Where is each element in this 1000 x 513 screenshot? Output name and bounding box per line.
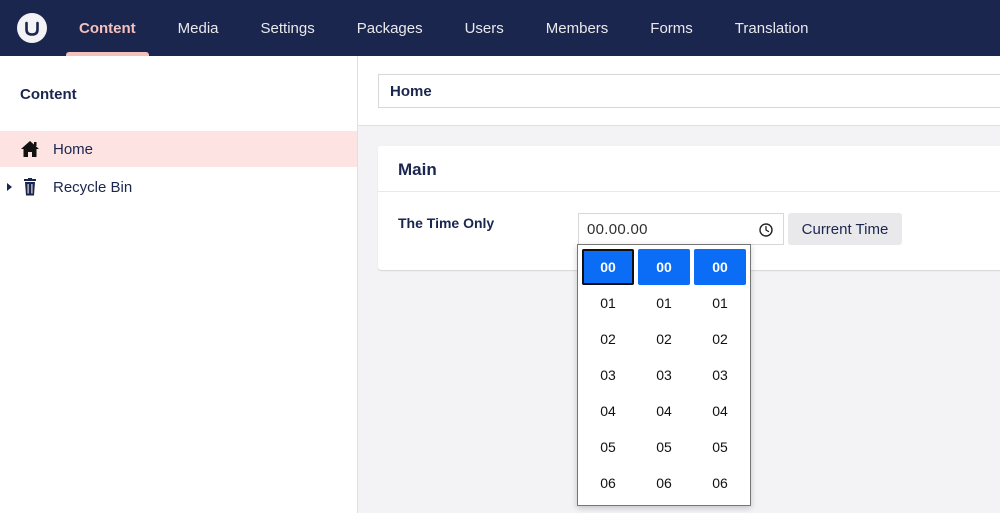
minute-option[interactable]: 03 [638, 357, 690, 393]
second-option[interactable]: 00 [694, 249, 746, 285]
second-option[interactable]: 04 [694, 393, 746, 429]
tree-item-label: Home [53, 141, 94, 158]
hours-column: 00 01 02 03 04 05 06 [582, 249, 634, 501]
hour-option[interactable]: 05 [582, 429, 634, 465]
minute-option[interactable]: 02 [638, 321, 690, 357]
time-input[interactable]: 00.00.00 [578, 213, 784, 245]
nav-item-members[interactable]: Members [533, 0, 622, 56]
hour-option[interactable]: 01 [582, 285, 634, 321]
time-input-value[interactable]: 00.00.00 [587, 221, 648, 238]
seconds-column: 00 01 02 03 04 05 06 [694, 249, 746, 501]
hour-option[interactable]: 00 [582, 249, 634, 285]
tree-item-home[interactable]: Home [0, 131, 357, 167]
trash-icon [24, 178, 36, 196]
hour-option[interactable]: 03 [582, 357, 634, 393]
group-panel-header: Main [378, 146, 1000, 192]
nav-item-settings[interactable]: Settings [248, 0, 328, 56]
sidebar-title: Content [20, 86, 77, 103]
minute-option[interactable]: 00 [638, 249, 690, 285]
hour-option[interactable]: 02 [582, 321, 634, 357]
second-option[interactable]: 05 [694, 429, 746, 465]
nav-item-media[interactable]: Media [165, 0, 232, 56]
tree-item-recycle-bin[interactable]: Recycle Bin [0, 169, 357, 205]
main-nav: Content Media Settings Packages Users Me… [66, 0, 837, 56]
top-header: Content Media Settings Packages Users Me… [0, 0, 1000, 56]
second-option[interactable]: 02 [694, 321, 746, 357]
umbraco-logo-icon[interactable] [17, 13, 47, 43]
minute-option[interactable]: 01 [638, 285, 690, 321]
minutes-column: 00 01 02 03 04 05 06 [638, 249, 690, 501]
minute-option[interactable]: 06 [638, 465, 690, 501]
property-label: The Time Only [398, 215, 495, 231]
home-icon [21, 141, 39, 157]
nav-item-packages[interactable]: Packages [344, 0, 436, 56]
node-name-input[interactable] [378, 74, 1000, 108]
tree-item-label: Recycle Bin [53, 179, 133, 196]
second-option[interactable]: 06 [694, 465, 746, 501]
group-title: Main [398, 160, 437, 179]
second-option[interactable]: 03 [694, 357, 746, 393]
editor-header [358, 56, 1000, 126]
expand-caret-icon[interactable] [7, 183, 12, 191]
hour-option[interactable]: 04 [582, 393, 634, 429]
nav-item-users[interactable]: Users [452, 0, 517, 56]
minute-option[interactable]: 05 [638, 429, 690, 465]
current-time-button[interactable]: Current Time [788, 213, 902, 245]
clock-icon[interactable] [758, 222, 774, 238]
content-tree-sidebar: Content Home Recycle Bin [0, 56, 358, 513]
second-option[interactable]: 01 [694, 285, 746, 321]
nav-item-forms[interactable]: Forms [637, 0, 706, 56]
time-picker-dropdown: 00 01 02 03 04 05 06 00 01 02 03 04 05 0… [577, 244, 751, 506]
nav-item-translation[interactable]: Translation [722, 0, 822, 56]
nav-item-content[interactable]: Content [66, 0, 149, 56]
minute-option[interactable]: 04 [638, 393, 690, 429]
hour-option[interactable]: 06 [582, 465, 634, 501]
